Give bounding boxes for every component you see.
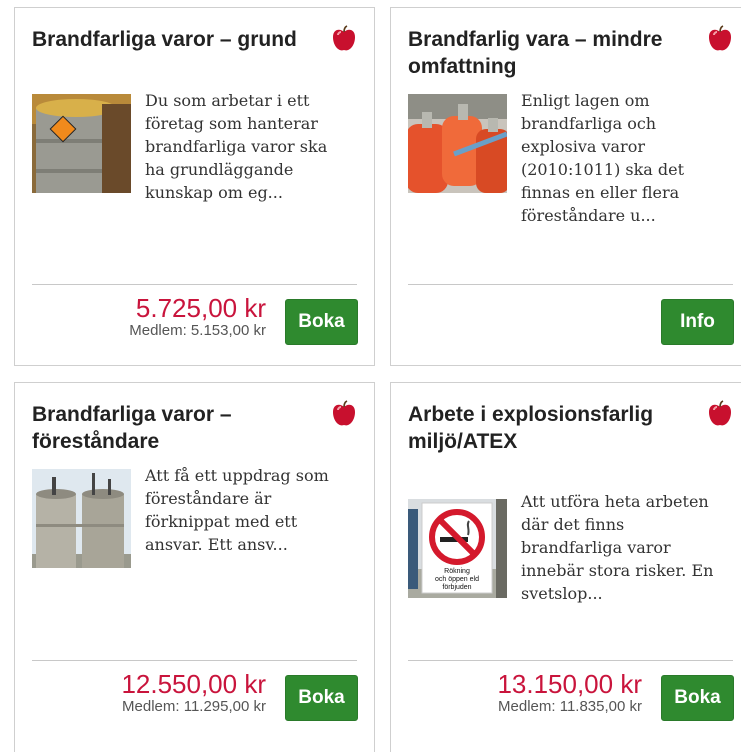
course-description: Enligt lagen om brandfarliga och explosi… bbox=[521, 91, 685, 225]
oil-drum-image[interactable] bbox=[32, 94, 131, 193]
course-card[interactable]: Brandfarlig vara – mindre omfattning Enl… bbox=[390, 7, 741, 366]
course-card[interactable]: Brandfarliga varor – grund Du som arbeta… bbox=[14, 7, 375, 366]
apple-icon bbox=[709, 400, 731, 426]
book-button[interactable]: Boka bbox=[285, 299, 358, 345]
course-title[interactable]: Brandfarlig vara – mindre omfattning bbox=[408, 26, 693, 80]
price-box: 5.725,00 kr Medlem: 5.153,00 kr bbox=[129, 294, 266, 340]
course-card[interactable]: Brandfarliga varor – föreståndare Att få… bbox=[14, 382, 375, 752]
course-description: Att få ett uppdrag som föreståndare är f… bbox=[145, 466, 329, 554]
course-title[interactable]: Arbete i explosionsfarlig miljö/ATEX bbox=[408, 401, 693, 455]
course-description: Du som arbetar i ett företag som hantera… bbox=[145, 91, 328, 202]
price: 12.550,00 kr bbox=[121, 669, 266, 699]
apple-icon bbox=[333, 400, 355, 426]
no-smoking-sign-image[interactable]: Rökning och öppen eld förbjuden bbox=[408, 499, 507, 598]
divider bbox=[32, 284, 357, 285]
member-price: Medlem: 11.835,00 kr bbox=[498, 698, 642, 715]
course-description: Att utföra heta arbeten där det finns br… bbox=[521, 492, 714, 603]
price: 13.150,00 kr bbox=[497, 669, 642, 699]
divider bbox=[32, 660, 357, 661]
svg-text:och öppen eld: och öppen eld bbox=[435, 576, 479, 583]
silos-image[interactable] bbox=[32, 469, 131, 568]
course-title[interactable]: Brandfarliga varor – grund bbox=[32, 26, 317, 53]
price-box: 13.150,00 kr Medlem: 11.835,00 kr bbox=[497, 670, 642, 716]
svg-text:Rökning: Rökning bbox=[444, 568, 470, 575]
apple-icon bbox=[709, 25, 731, 51]
price: 5.725,00 kr bbox=[135, 293, 266, 323]
member-price: Medlem: 5.153,00 kr bbox=[129, 322, 266, 339]
info-button[interactable]: Info bbox=[661, 299, 734, 345]
member-price: Medlem: 11.295,00 kr bbox=[122, 698, 266, 715]
book-button[interactable]: Boka bbox=[661, 675, 734, 721]
course-title[interactable]: Brandfarliga varor – föreståndare bbox=[32, 401, 317, 455]
apple-icon bbox=[333, 25, 355, 51]
divider bbox=[408, 284, 733, 285]
svg-text:förbjuden: förbjuden bbox=[442, 584, 471, 591]
book-button[interactable]: Boka bbox=[285, 675, 358, 721]
course-card[interactable]: Arbete i explosionsfarlig miljö/ATEX Rök… bbox=[390, 382, 741, 752]
divider bbox=[408, 660, 733, 661]
price-box: 12.550,00 kr Medlem: 11.295,00 kr bbox=[121, 670, 266, 716]
gas-cylinders-image[interactable] bbox=[408, 94, 507, 193]
